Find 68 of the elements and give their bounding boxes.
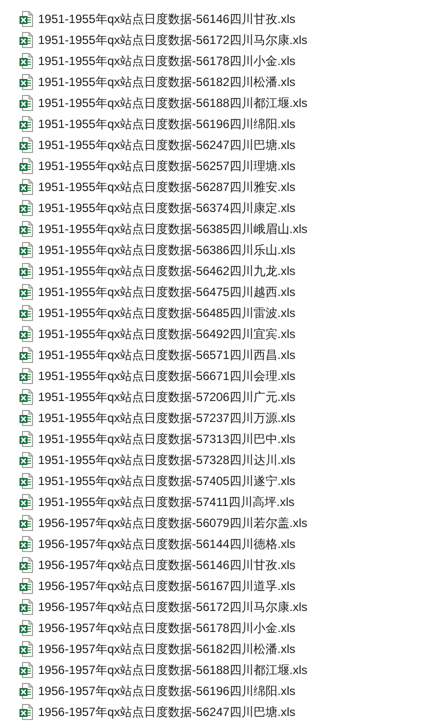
file-name[interactable]: 1951-1955年qx站点日度数据-57411四川高坪.xls: [38, 494, 295, 510]
file-name[interactable]: 1951-1955年qx站点日度数据-56571四川西昌.xls: [38, 346, 296, 362]
spreadsheet-file-icon: [19, 220, 33, 236]
spreadsheet-file-icon: [19, 472, 33, 488]
spreadsheet-file-icon: [19, 556, 33, 572]
spreadsheet-file-icon: [19, 158, 33, 174]
file-name[interactable]: 1956-1957年qx站点日度数据-56196四川绵阳.xls: [38, 682, 296, 698]
file-name[interactable]: 1956-1957年qx站点日度数据-56178四川小金.xls: [38, 620, 296, 636]
file-name[interactable]: 1951-1955年qx站点日度数据-56492四川宜宾.xls: [38, 326, 296, 342]
file-name[interactable]: 1951-1955年qx站点日度数据-56172四川马尔康.xls: [38, 32, 308, 48]
spreadsheet-file-icon: [19, 388, 33, 404]
spreadsheet-file-icon: [19, 578, 33, 594]
file-name[interactable]: 1951-1955年qx站点日度数据-57405四川遂宁.xls: [38, 472, 296, 488]
file-name[interactable]: 1956-1957年qx站点日度数据-56146四川甘孜.xls: [38, 556, 296, 572]
spreadsheet-file-icon: [19, 410, 33, 426]
spreadsheet-file-icon: [19, 368, 33, 384]
file-name[interactable]: 1951-1955年qx站点日度数据-57206四川广元.xls: [38, 388, 296, 404]
spreadsheet-file-icon: [19, 242, 33, 258]
spreadsheet-file-icon: [19, 94, 33, 110]
file-name[interactable]: 1951-1955年qx站点日度数据-56182四川松潘.xls: [38, 74, 296, 90]
spreadsheet-file-icon: [19, 74, 33, 90]
file-name[interactable]: 1951-1955年qx站点日度数据-56196四川绵阳.xls: [38, 116, 296, 132]
spreadsheet-file-icon: [19, 178, 33, 194]
file-name[interactable]: 1956-1957年qx站点日度数据-56182四川松潘.xls: [38, 640, 296, 656]
spreadsheet-file-icon: [19, 136, 33, 152]
spreadsheet-file-icon: [19, 494, 33, 510]
file-name[interactable]: 1951-1955年qx站点日度数据-56374四川康定.xls: [38, 200, 296, 216]
spreadsheet-file-icon: [19, 346, 33, 362]
spreadsheet-file-icon: [19, 430, 33, 446]
spreadsheet-file-icon: [19, 304, 33, 320]
spreadsheet-file-icon: [19, 200, 33, 216]
file-name[interactable]: 1956-1957年qx站点日度数据-56167四川道孚.xls: [38, 578, 296, 594]
file-name[interactable]: 1951-1955年qx站点日度数据-56287四川雅安.xls: [38, 178, 296, 194]
file-name[interactable]: 1951-1955年qx站点日度数据-56146四川甘孜.xls: [38, 10, 296, 26]
file-name[interactable]: 1951-1955年qx站点日度数据-57313四川巴中.xls: [38, 430, 296, 446]
file-name[interactable]: 1951-1955年qx站点日度数据-56385四川峨眉山.xls: [38, 220, 308, 236]
file-name[interactable]: 1956-1957年qx站点日度数据-56079四川若尔盖.xls: [38, 514, 308, 530]
spreadsheet-file-icon: [19, 116, 33, 132]
file-name[interactable]: 1951-1955年qx站点日度数据-57328四川达川.xls: [38, 452, 296, 468]
file-name[interactable]: 1956-1957年qx站点日度数据-56188四川都江堰.xls: [38, 662, 308, 678]
file-name[interactable]: 1951-1955年qx站点日度数据-57237四川万源.xls: [38, 410, 296, 426]
file-name[interactable]: 1951-1955年qx站点日度数据-56671四川会理.xls: [38, 368, 296, 384]
spreadsheet-file-icon: [19, 620, 33, 636]
spreadsheet-file-icon: [19, 10, 33, 26]
spreadsheet-file-icon: [19, 326, 33, 342]
file-name[interactable]: 1951-1955年qx站点日度数据-56462四川九龙.xls: [38, 262, 296, 278]
file-name[interactable]: 1951-1955年qx站点日度数据-56188四川都江堰.xls: [38, 94, 308, 110]
spreadsheet-file-icon: [19, 32, 33, 48]
spreadsheet-file-icon: [19, 52, 33, 68]
spreadsheet-file-icon: [19, 536, 33, 552]
file-name[interactable]: 1951-1955年qx站点日度数据-56485四川雷波.xls: [38, 304, 296, 320]
file-name[interactable]: 1956-1957年qx站点日度数据-56172四川马尔康.xls: [38, 598, 308, 614]
file-name[interactable]: 1951-1955年qx站点日度数据-56178四川小金.xls: [38, 52, 296, 68]
file-name[interactable]: 1956-1957年qx站点日度数据-56144四川德格.xls: [38, 536, 296, 552]
spreadsheet-file-icon: [19, 662, 33, 678]
file-name[interactable]: 1951-1955年qx站点日度数据-56257四川理塘.xls: [38, 158, 296, 174]
file-name[interactable]: 1951-1955年qx站点日度数据-56247四川巴塘.xls: [38, 136, 296, 152]
file-name[interactable]: 1956-1957年qx站点日度数据-56247四川巴塘.xls: [38, 704, 296, 720]
spreadsheet-file-icon: [19, 514, 33, 530]
spreadsheet-file-icon: [19, 452, 33, 468]
spreadsheet-file-icon: [19, 262, 33, 278]
spreadsheet-file-icon: [19, 682, 33, 698]
spreadsheet-file-icon: [19, 598, 33, 614]
spreadsheet-file-icon: [19, 640, 33, 656]
file-name[interactable]: 1951-1955年qx站点日度数据-56386四川乐山.xls: [38, 242, 296, 258]
spreadsheet-file-icon: [19, 704, 33, 720]
spreadsheet-file-icon: [19, 284, 33, 300]
file-name[interactable]: 1951-1955年qx站点日度数据-56475四川越西.xls: [38, 284, 296, 300]
